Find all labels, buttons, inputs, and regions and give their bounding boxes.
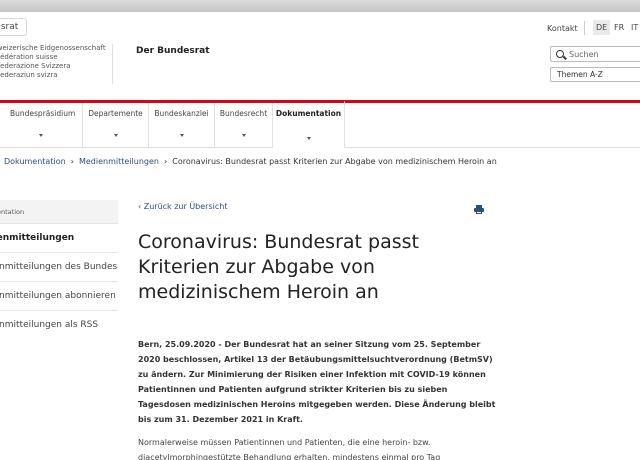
confed-line-de: Schweizerische Eidgenossenschaft <box>0 44 106 52</box>
nav-label-dokumentation: Dokumentation <box>275 109 342 118</box>
search-box[interactable] <box>550 46 640 62</box>
nav-item-bundesrecht[interactable]: Bundesrecht <box>215 103 273 147</box>
sidebar: Dokumentation Medienmitteilungen Medienm… <box>0 200 118 340</box>
chevron-down-icon <box>306 137 311 140</box>
article-lead: Bern, 25.09.2020 - Der Bundesrat hat an … <box>138 340 496 424</box>
confed-line-rm: Confederaziun svizra <box>0 71 58 79</box>
themen-dropdown[interactable]: Themen A-Z <box>550 67 640 82</box>
browser-top-band <box>0 0 640 12</box>
printer-icon[interactable] <box>474 205 484 214</box>
chevron-down-icon <box>241 134 246 137</box>
site-crumb-tab[interactable]: Bundesrat <box>0 18 28 36</box>
sidebar-item-medienmitteilungen[interactable]: Medienmitteilungen <box>0 224 118 253</box>
nav-item-bundespraesidium[interactable]: Bundespräsidium <box>0 103 83 147</box>
contact-link[interactable]: Kontakt <box>547 24 578 33</box>
sidebar-item-label: Medienmitteilungen des Bundesrats <box>0 262 118 272</box>
back-to-overview-link[interactable]: ‹ Zurück zur Übersicht <box>138 202 227 211</box>
sidebar-item-abonnieren[interactable]: Medienmitteilungen abonnieren <box>0 282 118 311</box>
nav-label-bundesrecht: Bundesrecht <box>219 109 268 118</box>
sidebar-item-medienmitteilungen-bundesrat[interactable]: Medienmitteilungen des Bundesrats <box>0 253 118 282</box>
breadcrumb: Dokumentation › Medienmitteilungen › Coronav… <box>4 157 497 166</box>
lang-it[interactable]: IT <box>631 20 638 35</box>
article-title: Coronavirus: Bundesrat passt Kriterien z… <box>138 231 419 303</box>
nav-item-dokumentation[interactable]: Dokumentation <box>273 100 345 148</box>
breadcrumb-current: Coronavirus: Bundesrat passt Kriterien z… <box>172 157 497 166</box>
breadcrumb-chevron-icon: › <box>70 157 74 166</box>
header-divider <box>112 44 113 84</box>
article-paragraph: Normalerweise müssen Patientinnen und Pa… <box>138 438 441 460</box>
breadcrumb-chevron-icon: › <box>163 157 168 166</box>
confederation-logo-text: Schweizerische Eidgenossenschaft Confédé… <box>0 44 106 80</box>
chevron-down-icon <box>113 134 118 137</box>
lang-separator <box>584 21 585 35</box>
nav-item-bundeskanzlei[interactable]: Bundeskanzlei <box>149 103 215 147</box>
sidebar-item-label: Medienmitteilungen abonnieren <box>0 291 116 301</box>
lang-fr[interactable]: FR <box>614 20 624 35</box>
nav-label-bundespraesidium: Bundespräsidium <box>10 109 76 118</box>
search-input[interactable] <box>569 48 640 60</box>
lang-de[interactable]: DE <box>593 20 611 35</box>
chevron-down-icon <box>179 134 184 137</box>
main-navigation: Bundespräsidium Departemente Bundeskanzl… <box>0 100 640 148</box>
sidebar-header-label: Dokumentation <box>0 208 25 216</box>
nav-item-departemente[interactable]: Departemente <box>83 103 149 147</box>
search-icon <box>556 50 564 58</box>
nav-label-bundeskanzlei: Bundeskanzlei <box>154 109 209 118</box>
confed-line-it: Confederazione Svizzera <box>0 62 71 70</box>
site-crumb-label: Bundesrat <box>0 22 19 32</box>
department-title: Der Bundesrat <box>136 46 210 56</box>
chevron-down-icon <box>39 134 43 137</box>
sidebar-header: Dokumentation <box>0 200 118 224</box>
breadcrumb-dokumentation[interactable]: Dokumentation <box>4 157 66 166</box>
breadcrumb-medienmitteilungen[interactable]: Medienmitteilungen <box>79 157 159 166</box>
sidebar-item-label: Medienmitteilungen <box>0 233 75 243</box>
printer-icon-paper <box>476 211 482 214</box>
nav-label-departemente: Departemente <box>88 109 143 118</box>
sidebar-item-rss[interactable]: Medienmitteilungen als RSS <box>0 311 118 340</box>
confed-line-fr: Confédération suisse <box>0 53 58 61</box>
sidebar-item-label: Medienmitteilungen als RSS <box>0 320 99 330</box>
